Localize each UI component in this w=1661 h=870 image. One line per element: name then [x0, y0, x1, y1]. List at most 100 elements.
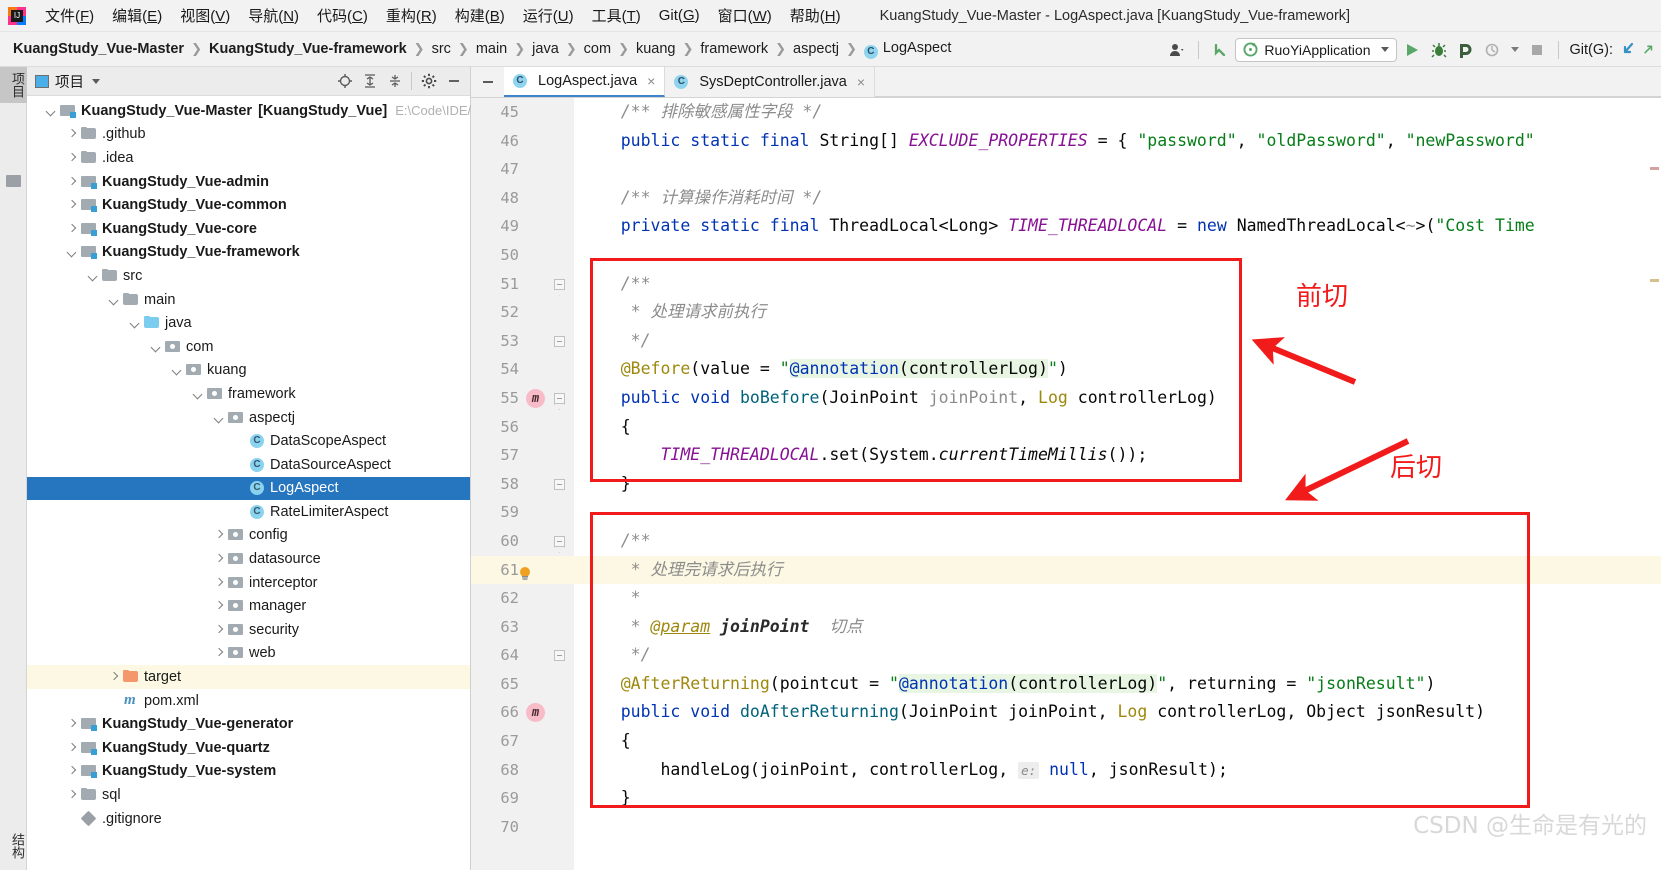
code-line[interactable]: }: [574, 470, 1661, 499]
profile-dropdown-icon[interactable]: [1508, 38, 1522, 62]
chevron-right-icon[interactable]: [108, 671, 121, 684]
gutter-line[interactable]: 55 m: [471, 384, 574, 413]
code-line[interactable]: [574, 241, 1661, 270]
gutter-line[interactable]: 62: [471, 584, 574, 613]
code-line[interactable]: *: [574, 584, 1661, 613]
tree-row[interactable]: .idea: [27, 146, 470, 170]
gutter-line[interactable]: 69: [471, 784, 574, 813]
gutter-line[interactable]: 60: [471, 527, 574, 556]
code-line[interactable]: /** 排除敏感属性字段 */: [574, 98, 1661, 127]
editor-tab-0[interactable]: C LogAspect.java ×: [504, 67, 666, 97]
hide-editor-icon[interactable]: [471, 67, 504, 97]
breadcrumb-item-3[interactable]: main: [473, 41, 510, 57]
code-line[interactable]: handleLog(joinPoint, controllerLog, e: n…: [574, 756, 1661, 785]
menu-item-0[interactable]: 文件(F): [36, 2, 103, 29]
chevron-right-icon[interactable]: [66, 222, 79, 235]
breadcrumb-item-0[interactable]: KuangStudy_Vue-Master: [10, 41, 187, 57]
chevron-down-icon[interactable]: [45, 104, 58, 117]
strip-tab-project[interactable]: 项目: [0, 67, 27, 103]
chevron-down-icon[interactable]: [108, 293, 121, 306]
code-line[interactable]: public void boBefore(JoinPoint joinPoint…: [574, 384, 1661, 413]
override-method-icon[interactable]: m: [526, 388, 545, 408]
run-icon[interactable]: [1400, 38, 1424, 62]
fold-end-icon[interactable]: [554, 650, 565, 662]
code-line[interactable]: TIME_THREADLOCAL.set(System.currentTimeM…: [574, 441, 1661, 470]
gutter-line[interactable]: 67: [471, 727, 574, 756]
tree-row[interactable]: target: [27, 665, 470, 689]
gutter-line[interactable]: 51: [471, 270, 574, 299]
breadcrumb-item-6[interactable]: kuang: [633, 41, 679, 57]
breadcrumb-item-1[interactable]: KuangStudy_Vue-framework: [206, 41, 410, 57]
menu-item-9[interactable]: Git(G): [650, 4, 709, 27]
code-line[interactable]: public static final String[] EXCLUDE_PRO…: [574, 127, 1661, 156]
breadcrumb-item-4[interactable]: java: [529, 41, 562, 57]
run-with-coverage-icon[interactable]: [1454, 38, 1478, 62]
code-line[interactable]: */: [574, 641, 1661, 670]
tree-row[interactable]: java: [27, 311, 470, 335]
chevron-down-icon[interactable]: [87, 269, 100, 282]
fold-start-icon[interactable]: [554, 392, 565, 404]
breadcrumb-item-7[interactable]: framework: [697, 41, 771, 57]
chevron-right-icon[interactable]: [213, 576, 226, 589]
menu-item-7[interactable]: 运行(U): [514, 2, 583, 29]
chevron-down-icon[interactable]: [150, 340, 163, 353]
tree-row[interactable]: .gitignore: [27, 807, 470, 831]
gutter-line[interactable]: 49: [471, 212, 574, 241]
stop-icon[interactable]: [1525, 38, 1549, 62]
hide-panel-icon[interactable]: [442, 70, 465, 93]
tree-row[interactable]: manager: [27, 594, 470, 618]
tree-row[interactable]: KuangStudy_Vue-admin: [27, 170, 470, 194]
tree-row[interactable]: KuangStudy_Vue-generator: [27, 712, 470, 736]
gutter-line[interactable]: 56: [471, 413, 574, 442]
code-line[interactable]: */: [574, 327, 1661, 356]
breadcrumb-item-5[interactable]: com: [581, 41, 614, 57]
tree-row[interactable]: aspectj: [27, 406, 470, 430]
tree-row[interactable]: kuang: [27, 359, 470, 383]
run-configuration-selector[interactable]: RuoYiApplication: [1235, 37, 1397, 62]
breadcrumb-item-2[interactable]: src: [429, 41, 454, 57]
tree-row[interactable]: RateLimiterAspect: [27, 500, 470, 524]
menu-item-11[interactable]: 帮助(H): [781, 2, 850, 29]
chevron-right-icon[interactable]: [213, 647, 226, 660]
chevron-down-icon[interactable]: [171, 364, 184, 377]
editor-scrollbar[interactable]: [1648, 129, 1661, 870]
tree-row[interactable]: sql: [27, 783, 470, 807]
chevron-right-icon[interactable]: [66, 789, 79, 802]
gutter-line[interactable]: 65: [471, 670, 574, 699]
debug-icon[interactable]: [1427, 38, 1451, 62]
gutter-line[interactable]: 46: [471, 127, 574, 156]
code-line[interactable]: private static final ThreadLocal<Long> T…: [574, 212, 1661, 241]
chevron-right-icon[interactable]: [213, 623, 226, 636]
expand-all-icon[interactable]: [358, 70, 381, 93]
tree-row[interactable]: main: [27, 288, 470, 312]
user-icon[interactable]: [1165, 38, 1189, 62]
tree-row[interactable]: KuangStudy_Vue-quartz: [27, 736, 470, 760]
tree-row[interactable]: framework: [27, 382, 470, 406]
chevron-right-icon[interactable]: [213, 529, 226, 542]
code-line[interactable]: * 处理请求前执行: [574, 298, 1661, 327]
menu-item-5[interactable]: 重构(R): [377, 2, 446, 29]
gear-icon[interactable]: [417, 70, 440, 93]
chevron-down-icon[interactable]: [129, 317, 142, 330]
tree-row[interactable]: LogAspect: [27, 476, 470, 501]
tree-row[interactable]: src: [27, 264, 470, 288]
tree-row[interactable]: DataSourceAspect: [27, 453, 470, 477]
close-icon[interactable]: ×: [647, 73, 655, 89]
chevron-right-icon[interactable]: [66, 128, 79, 141]
gutter-line[interactable]: 68: [471, 756, 574, 785]
gutter-line[interactable]: 58: [471, 470, 574, 499]
chevron-down-icon[interactable]: [92, 78, 100, 84]
chevron-right-icon[interactable]: [213, 600, 226, 613]
chevron-right-icon[interactable]: [66, 765, 79, 778]
menu-item-4[interactable]: 代码(C): [308, 2, 377, 29]
gutter-line[interactable]: 53: [471, 327, 574, 356]
chevron-down-icon[interactable]: [213, 411, 226, 424]
chevron-right-icon[interactable]: [66, 741, 79, 754]
code-line[interactable]: /**: [574, 527, 1661, 556]
tree-row[interactable]: .github: [27, 123, 470, 147]
profile-icon[interactable]: [1481, 38, 1505, 62]
tree-row[interactable]: pom.xml: [27, 689, 470, 713]
gutter-line[interactable]: 70: [471, 813, 574, 842]
chevron-down-icon[interactable]: [192, 387, 205, 400]
gutter-line[interactable]: 63: [471, 613, 574, 642]
